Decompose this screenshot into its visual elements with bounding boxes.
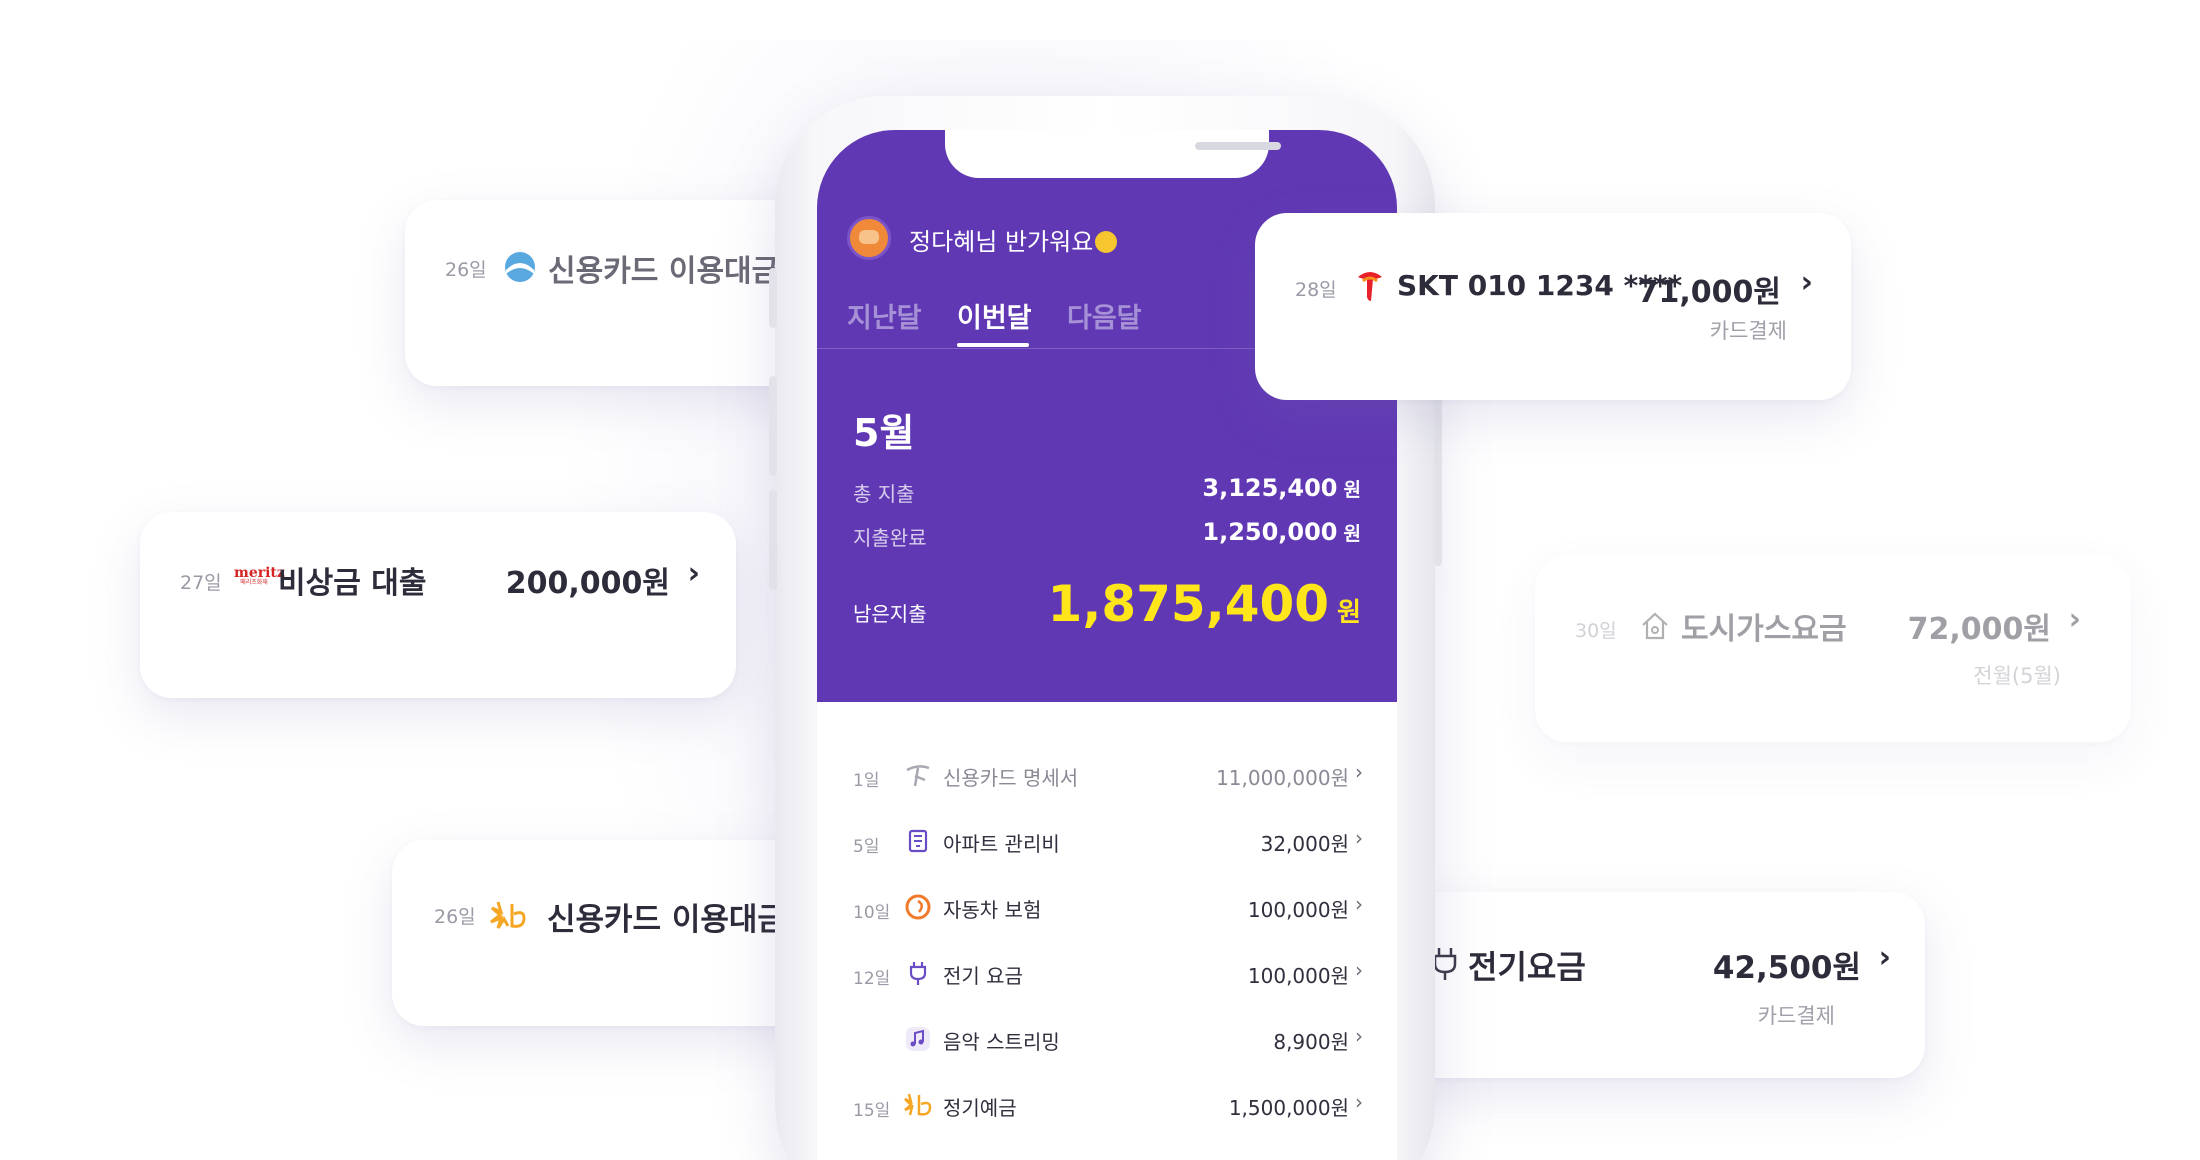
- card-sub: 카드결제: [1709, 319, 1787, 343]
- house-icon: [1642, 612, 1668, 640]
- payment-card-26-kb[interactable]: 26일 신용카드 이용대금: [392, 840, 822, 1026]
- card-name: 도시가스요금: [1681, 612, 1847, 647]
- list-item[interactable]: 5일 아파트 관리비 32,000원 ›: [817, 822, 1397, 862]
- phone-side-button: [769, 490, 777, 590]
- month-title: 5월: [853, 411, 915, 455]
- done-label: 지출완료: [853, 526, 927, 550]
- music-note-icon: [906, 1027, 930, 1051]
- meritz-icon: meritz 메리츠화재: [234, 565, 285, 586]
- card-name: 비상금 대출: [278, 566, 427, 601]
- insurance-icon: [905, 894, 931, 920]
- payment-card-electric[interactable]: 전기요금 42,500원 › 카드결제: [1400, 892, 1925, 1078]
- card-sub: 카드결제: [1757, 1004, 1835, 1028]
- kb-star-icon: [904, 1093, 932, 1116]
- tab-next-month[interactable]: 다음달: [1067, 296, 1142, 335]
- skt-icon: [1358, 272, 1382, 301]
- card-amount: 71,000원: [1637, 275, 1781, 310]
- chevron-right-icon: ›: [1355, 826, 1363, 850]
- card-day: 26일: [445, 259, 487, 281]
- payment-card-27-meritz[interactable]: 27일 meritz 메리츠화재 비상금 대출 200,000원 ›: [140, 512, 736, 698]
- list-item[interactable]: 1일 신용카드 명세서 11,000,000원 ›: [817, 756, 1397, 796]
- remain-label: 남은지출: [853, 602, 927, 626]
- phone-side-button: [769, 376, 777, 476]
- phone-notch: [945, 130, 1281, 178]
- card-name: 신용카드 이용대금: [548, 254, 780, 289]
- card-name: 전기요금: [1468, 948, 1586, 986]
- speaker: [1195, 142, 1281, 150]
- phone-side-button: [769, 268, 777, 328]
- card-name: 신용카드 이용대금: [547, 902, 786, 938]
- tab-last-month[interactable]: 지난달: [847, 296, 922, 335]
- list-item[interactable]: 15일 정기예금 1,500,000원 ›: [817, 1086, 1397, 1126]
- building-icon: [908, 829, 928, 853]
- payment-card-26-credit[interactable]: 26일 신용카드 이용대금: [405, 200, 825, 386]
- card-amount: 42,500원: [1712, 950, 1861, 986]
- smile-emoji-icon: [1095, 231, 1118, 253]
- chevron-right-icon: ›: [1355, 1090, 1363, 1114]
- list-item[interactable]: 12일 전기 요금 100,000원 ›: [817, 954, 1397, 994]
- plug-icon: [909, 962, 927, 985]
- tab-underline: [957, 343, 1029, 347]
- woori-icon: [505, 252, 535, 282]
- chevron-right-icon: ›: [1878, 940, 1891, 975]
- chevron-right-icon: ›: [1800, 265, 1813, 300]
- card-amount: 200,000원: [505, 566, 670, 601]
- chevron-right-icon: ›: [1355, 1024, 1363, 1048]
- card-day: 30일: [1575, 620, 1617, 642]
- card-issuer-icon: [906, 765, 930, 787]
- greeting: 정다혜님 반가워요: [909, 222, 1118, 257]
- chevron-right-icon: ›: [1355, 958, 1363, 982]
- card-day: 26일: [434, 906, 476, 928]
- chevron-right-icon: ›: [2068, 602, 2081, 637]
- remain-value: 1,875,400 원: [1047, 575, 1361, 633]
- total-label: 총 지출: [853, 482, 915, 506]
- card-day: 27일: [180, 572, 222, 594]
- list-item[interactable]: 음악 스트리밍 8,900원 ›: [817, 1020, 1397, 1060]
- chevron-right-icon: ›: [687, 556, 700, 591]
- payment-card-28-skt[interactable]: 28일 SKT 010 1234 **** 71,000원 › 카드결제: [1255, 213, 1851, 400]
- total-value: 3,125,400 원: [1202, 474, 1361, 502]
- chevron-right-icon: ›: [1355, 760, 1363, 784]
- chevron-right-icon: ›: [1355, 892, 1363, 916]
- card-sub: 전월(5월): [1973, 664, 2061, 688]
- card-amount: 72,000원: [1907, 612, 2051, 647]
- avatar[interactable]: [847, 216, 891, 260]
- card-day: 28일: [1295, 279, 1337, 301]
- payment-card-30-gas[interactable]: 30일 도시가스요금 72,000원 › 전월(5월): [1535, 556, 2131, 742]
- kb-star-icon: [490, 901, 526, 929]
- tab-this-month[interactable]: 이번달: [957, 296, 1032, 335]
- phone-side-button: [1434, 390, 1442, 566]
- done-value: 1,250,000 원: [1202, 518, 1361, 546]
- list-item[interactable]: 10일 자동차 보험 100,000원 ›: [817, 888, 1397, 928]
